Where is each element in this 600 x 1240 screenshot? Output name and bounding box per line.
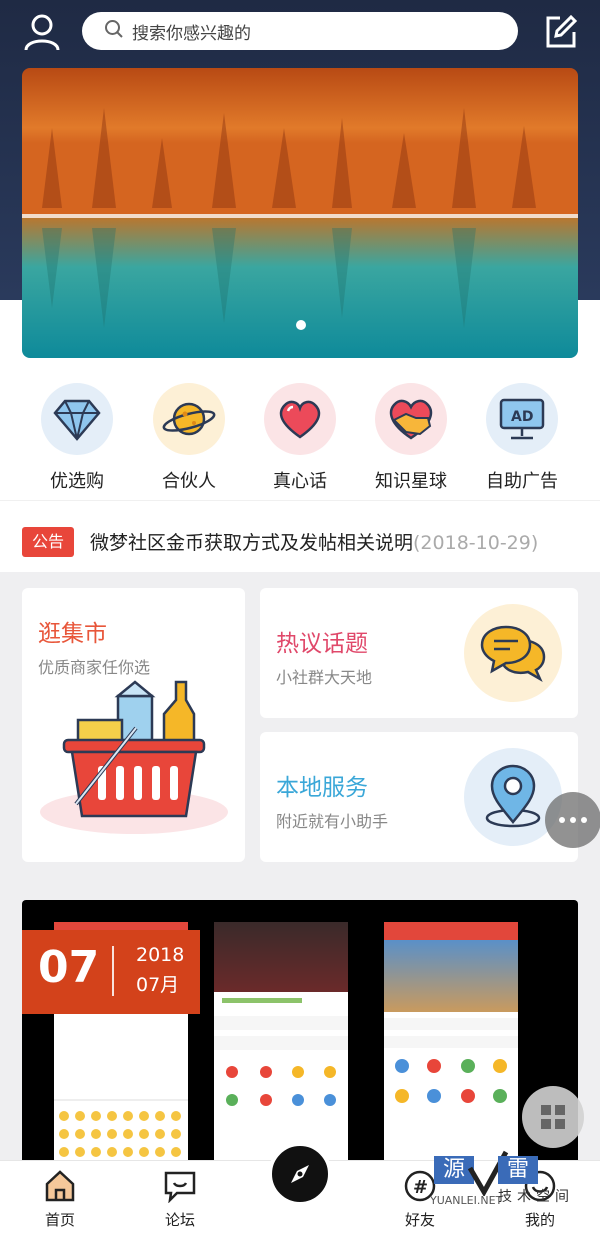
- watermark-logo: 源 雷 YUANLEI.NET 技术空间: [426, 1142, 576, 1222]
- heart-icon: [264, 383, 336, 455]
- banner-pagination-dot[interactable]: [296, 320, 306, 330]
- icon-nav-youxuangou[interactable]: 优选购: [22, 383, 132, 493]
- tab-forum-label: 论坛: [164, 1211, 195, 1229]
- home-icon: [45, 1170, 75, 1202]
- notice-title: 微梦社区金币获取方式及发帖相关说明: [90, 532, 414, 554]
- date-month: 07月: [136, 974, 180, 996]
- topics-subtitle: 小社群大天地: [276, 668, 373, 687]
- topics-card[interactable]: 热议话题 小社群大天地: [260, 588, 578, 718]
- icon-nav-zhishixingqiu[interactable]: 知识星球: [356, 383, 466, 493]
- tab-discover[interactable]: [268, 1142, 332, 1206]
- diamond-icon: [41, 383, 113, 455]
- svg-text:AD: AD: [511, 409, 533, 425]
- icon-label: 合伙人: [162, 471, 216, 492]
- local-title: 本地服务: [276, 775, 368, 801]
- watermark-site: YUANLEI.NET: [430, 1194, 503, 1207]
- watermark-tech: 技术空间: [498, 1189, 574, 1205]
- ad-screen-icon: AD: [486, 383, 558, 455]
- edit-icon[interactable]: [540, 12, 580, 52]
- more-dots-icon: [559, 817, 587, 823]
- icon-label: 真心话: [273, 471, 327, 492]
- market-title: 逛集市: [38, 621, 107, 647]
- watermark-char-b: 雷: [498, 1156, 538, 1184]
- home-banner: [384, 940, 518, 1012]
- compass-icon: [291, 1165, 309, 1183]
- date-day: 07: [38, 942, 100, 993]
- user-icon[interactable]: [20, 10, 64, 54]
- search-placeholder: 搜索你感兴趣的: [132, 23, 251, 44]
- tab-home-label: 首页: [44, 1211, 75, 1229]
- topics-title: 热议话题: [276, 631, 368, 657]
- notice-text[interactable]: 微梦社区金币获取方式及发帖相关说明(2018-10-29): [90, 528, 538, 555]
- date-badge: 07 2018 07月: [22, 930, 200, 1014]
- grid-icon: [541, 1105, 565, 1129]
- icon-label: 自助广告: [486, 471, 558, 492]
- handshake-heart-icon: [375, 383, 447, 455]
- local-subtitle: 附近就有小助手: [276, 812, 389, 831]
- chat-bubble-icon: [464, 604, 562, 702]
- market-card[interactable]: 逛集市 优质商家任你选: [22, 588, 245, 862]
- notice-badge: 公告: [22, 527, 74, 557]
- search-bar[interactable]: 搜索你感兴趣的: [82, 12, 518, 50]
- icon-label: 知识星球: [375, 471, 447, 492]
- phone-header-bar: [384, 922, 518, 940]
- market-subtitle: 优质商家任你选: [38, 658, 151, 677]
- notice-bar[interactable]: 公告 微梦社区金币获取方式及发帖相关说明(2018-10-29): [0, 500, 600, 572]
- icon-nav-zhenxinhua[interactable]: 真心话: [245, 383, 355, 493]
- banner-image[interactable]: [22, 68, 578, 358]
- tab-home[interactable]: 首页: [15, 1169, 105, 1230]
- phone-screenshot-home: [384, 922, 518, 1170]
- phone-screenshot-profile: [214, 922, 348, 1170]
- tab-forum[interactable]: 论坛: [135, 1169, 225, 1230]
- search-icon: [104, 19, 124, 43]
- icon-nav-hehuoren[interactable]: 合伙人: [134, 383, 244, 493]
- date-year: 2018: [136, 944, 185, 966]
- top-bar: 搜索你感兴趣的: [0, 0, 600, 66]
- icon-nav-zizhuguanggao[interactable]: AD 自助广告: [467, 383, 577, 493]
- icon-nav-row: 优选购 合伙人 真心话 知识星球 AD 自助广告: [0, 375, 600, 500]
- profile-cover: [214, 922, 348, 992]
- notice-date: (2018-10-29): [413, 532, 539, 554]
- icon-label: 优选购: [50, 471, 104, 492]
- date-divider: [112, 946, 114, 996]
- grid-menu-button[interactable]: [522, 1086, 584, 1148]
- shopping-basket-icon: [36, 680, 232, 844]
- chat-icon: [164, 1171, 196, 1204]
- more-options-button[interactable]: [545, 792, 600, 848]
- planet-icon: [153, 383, 225, 455]
- local-services-card[interactable]: 本地服务 附近就有小助手: [260, 732, 578, 862]
